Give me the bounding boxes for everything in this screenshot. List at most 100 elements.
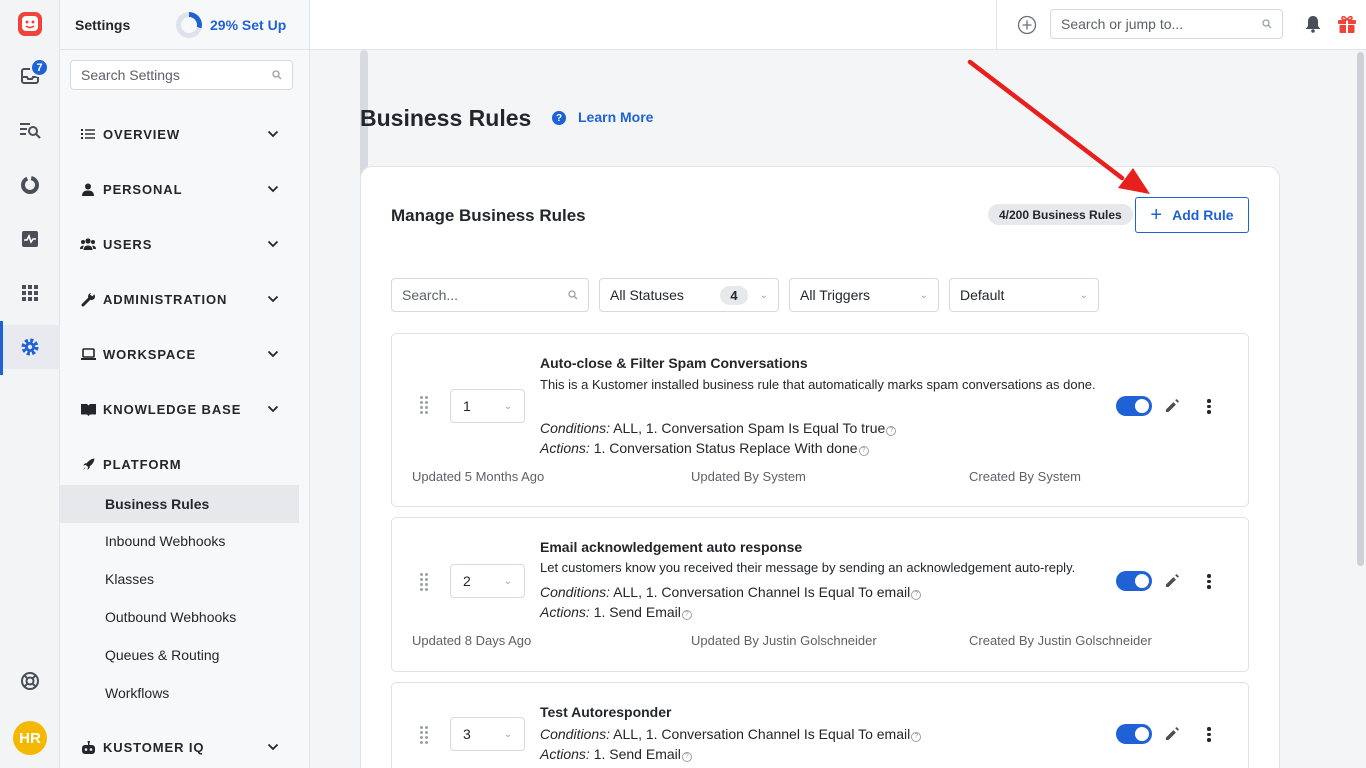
chevron-down-icon: ⌄ (759, 289, 768, 301)
rule-row[interactable]: 2 ⌄ Email acknowledgement auto response L… (391, 517, 1249, 672)
business-rules-card: Manage Business Rules 4/200 Business Rul… (360, 166, 1280, 768)
rule-enabled-toggle[interactable] (1116, 571, 1152, 591)
drag-handle-icon[interactable] (420, 573, 428, 591)
rule-name[interactable]: Test Autoresponder (540, 704, 671, 720)
bell-icon[interactable] (1305, 15, 1321, 33)
gift-icon[interactable] (1337, 14, 1357, 34)
rule-row[interactable]: 3 ⌄ Test Autoresponder Conditions: ALL, 1… (391, 682, 1249, 768)
more-vertical-icon[interactable] (1207, 727, 1211, 742)
help-icon[interactable]: ? (858, 446, 869, 456)
add-rule-button[interactable]: + Add Rule (1135, 197, 1249, 233)
kustomer-logo[interactable] (0, 2, 60, 46)
conditions-text: ALL, 1. Conversation Channel Is Equal To… (613, 584, 911, 600)
section-platform[interactable]: PLATFORM (60, 444, 299, 484)
search-nav[interactable] (0, 108, 60, 152)
sort-filter[interactable]: Default ⌄ (949, 278, 1099, 312)
more-vertical-icon[interactable] (1207, 399, 1211, 414)
rule-order-select[interactable]: 3 ⌄ (450, 717, 525, 751)
list-icon (81, 129, 95, 139)
laptop-icon (80, 348, 96, 360)
gear-icon (21, 338, 39, 356)
rocket-icon (82, 458, 94, 470)
drag-handle-icon[interactable] (420, 396, 428, 414)
settings-nav[interactable] (0, 321, 60, 375)
global-search-input[interactable] (1061, 16, 1246, 32)
nav-item-inbound-webhooks[interactable]: Inbound Webhooks (60, 522, 299, 560)
help-icon[interactable]: ? (911, 732, 922, 742)
add-circle-icon[interactable] (1017, 15, 1037, 35)
conditions-label: Conditions: (540, 420, 611, 436)
settings-search (70, 60, 293, 90)
conditions-text: ALL, 1. Conversation Spam Is Equal To tr… (613, 420, 886, 436)
trigger-filter[interactable]: All Triggers ⌄ (789, 278, 939, 312)
main-scrollbar[interactable] (1356, 50, 1366, 768)
rule-enabled-toggle[interactable] (1116, 396, 1152, 416)
drag-handle-icon[interactable] (420, 726, 428, 744)
search-icon (1262, 19, 1272, 29)
rules-search (391, 278, 589, 312)
section-users[interactable]: USERS (60, 224, 299, 264)
nav-item-klasses[interactable]: Klasses (60, 560, 299, 598)
pencil-icon[interactable] (1164, 726, 1180, 742)
card-title: Manage Business Rules (391, 206, 586, 225)
users-icon (80, 238, 96, 250)
rules-search-input[interactable] (402, 287, 542, 303)
chevron-down-icon: ⌄ (503, 400, 512, 412)
settings-search-input[interactable] (81, 67, 251, 83)
apps-nav[interactable] (0, 271, 60, 315)
rule-created-by: Created By Justin Golschneider (969, 633, 1152, 648)
rule-row[interactable]: 1 ⌄ Auto-close & Filter Spam Conversation… (391, 333, 1249, 507)
chevron-down-icon (267, 405, 279, 413)
chevron-down-icon (267, 185, 279, 193)
help-icon[interactable]: ? (681, 752, 692, 762)
help-nav[interactable] (0, 659, 60, 703)
activity-nav[interactable] (0, 217, 60, 261)
wrench-icon (81, 291, 95, 306)
inbox-nav[interactable]: 7 (0, 54, 60, 98)
section-kustomer-iq[interactable]: KUSTOMER IQ (60, 727, 299, 767)
settings-sidebar: Settings 29% Set Up OVERVIEW PERSONAL US… (60, 0, 368, 768)
rule-order-select[interactable]: 1 ⌄ (450, 389, 525, 423)
rule-order-value: 1 (463, 398, 471, 414)
chevron-down-icon: ⌄ (503, 728, 512, 740)
reporting-nav[interactable] (0, 163, 60, 207)
actions-text: 1. Send Email (593, 746, 681, 762)
help-icon[interactable]: ? (681, 610, 692, 620)
setup-progress[interactable]: 29% Set Up (176, 12, 286, 38)
nav-item-outbound-webhooks[interactable]: Outbound Webhooks (60, 598, 299, 636)
section-label: PLATFORM (103, 456, 182, 472)
rule-order-value: 3 (463, 726, 471, 742)
rule-updated: Updated 8 Days Ago (412, 633, 532, 648)
chevron-down-icon (267, 130, 279, 138)
section-administration[interactable]: ADMINISTRATION (60, 279, 299, 319)
section-overview[interactable]: OVERVIEW (60, 114, 299, 154)
section-knowledge-base[interactable]: KNOWLEDGE BASE (60, 389, 299, 429)
section-label: USERS (103, 236, 153, 252)
global-search (1050, 9, 1283, 39)
help-icon[interactable]: ? (911, 590, 922, 600)
learn-more-link[interactable]: Learn More (578, 109, 653, 125)
rule-enabled-toggle[interactable] (1116, 724, 1152, 744)
grid-icon (22, 285, 38, 301)
chevron-down-icon (267, 743, 279, 751)
main-content: Business Rules ? Learn More Manage Busin… (310, 50, 1356, 768)
rule-description: Let customers know you received their me… (540, 560, 1076, 575)
help-icon[interactable]: ? (886, 426, 897, 436)
section-personal[interactable]: PERSONAL (60, 169, 299, 209)
pencil-icon[interactable] (1164, 573, 1180, 589)
book-icon (80, 403, 96, 416)
pencil-icon[interactable] (1164, 398, 1180, 414)
rule-name[interactable]: Auto-close & Filter Spam Conversations (540, 355, 808, 371)
user-avatar[interactable]: HR (13, 721, 47, 755)
nav-item-workflows[interactable]: Workflows (60, 674, 299, 712)
rule-order-select[interactable]: 2 ⌄ (450, 564, 525, 598)
rule-name[interactable]: Email acknowledgement auto response (540, 539, 802, 555)
nav-item-queues-routing[interactable]: Queues & Routing (60, 636, 299, 674)
donut-chart-icon (21, 176, 39, 194)
more-vertical-icon[interactable] (1207, 574, 1211, 589)
main-scrollbar-thumb[interactable] (1357, 52, 1364, 566)
status-filter[interactable]: All Statuses 4 ⌄ (599, 278, 779, 312)
section-workspace[interactable]: WORKSPACE (60, 334, 299, 374)
top-bar (310, 0, 1366, 50)
nav-item-business-rules[interactable]: Business Rules (60, 485, 299, 523)
